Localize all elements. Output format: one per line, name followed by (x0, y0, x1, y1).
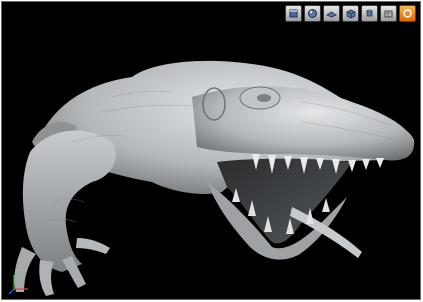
shaded-cube-icon[interactable] (285, 5, 302, 22)
rotate-orbit-icon[interactable] (399, 5, 416, 22)
viewport-toolbar (285, 5, 416, 22)
sculpted-reptile-model[interactable] (2, 2, 421, 300)
cylinder-icon[interactable] (361, 5, 378, 22)
3d-viewport[interactable] (1, 1, 421, 300)
box-view-icon[interactable] (342, 5, 359, 22)
sphere-icon[interactable] (304, 5, 321, 22)
flat-plane-icon[interactable] (323, 5, 340, 22)
wireframe-box-icon[interactable] (380, 5, 397, 22)
axis-gizmo-icon (8, 275, 28, 295)
